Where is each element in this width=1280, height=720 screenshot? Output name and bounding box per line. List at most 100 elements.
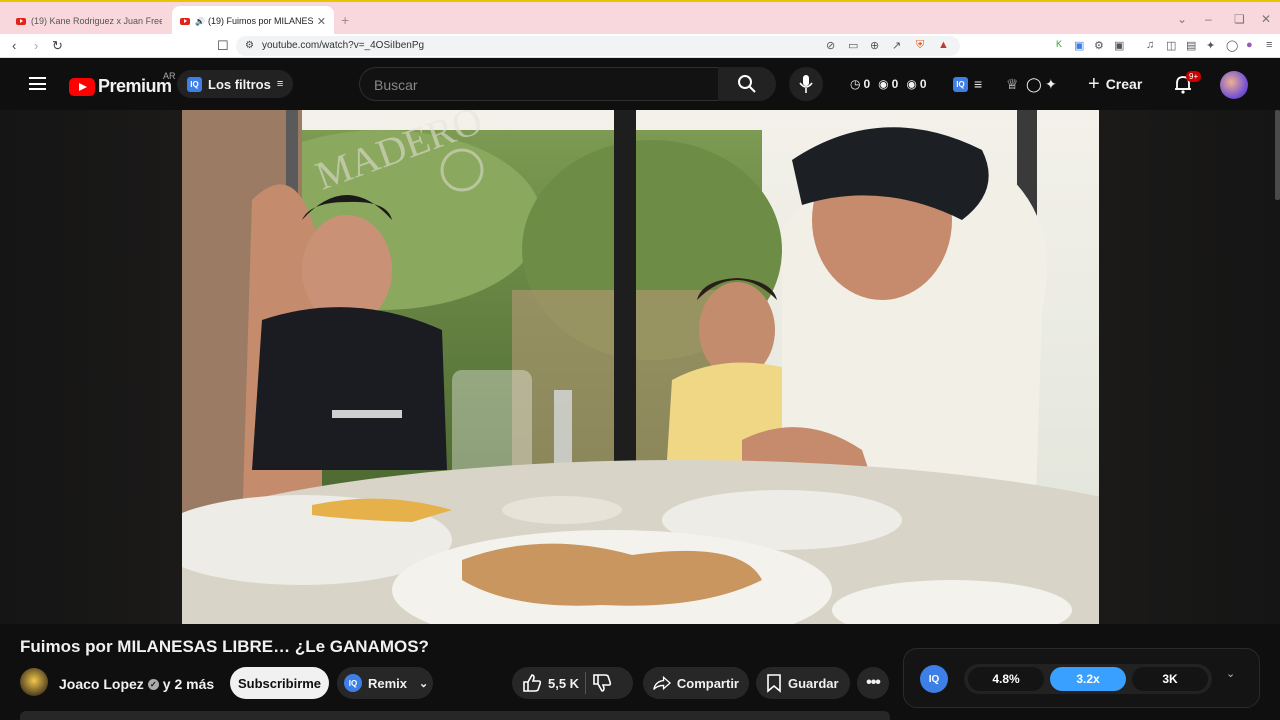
translate-icon[interactable]: ▣	[1074, 39, 1084, 52]
stat-views: ◉ 0	[878, 77, 899, 91]
forward-icon[interactable]: ›	[34, 38, 38, 53]
site-info-icon[interactable]: ⚙	[245, 40, 254, 51]
new-tab-icon[interactable]: +	[341, 12, 349, 28]
profile-icon[interactable]: ●	[1246, 39, 1253, 51]
channel-name-row[interactable]: Joaco Lopez ✓ y 2 más	[59, 676, 214, 692]
camera-off-icon[interactable]: ⊘	[826, 39, 835, 52]
eye-icon: ◉	[878, 77, 889, 91]
voice-search-button[interactable]	[789, 67, 823, 101]
tab-title: (19) Fuimos por MILANESAS ...	[207, 16, 313, 26]
account-avatar[interactable]	[1220, 71, 1248, 99]
cast-icon[interactable]: ▭	[848, 39, 858, 52]
youtube-header: Premium AR IQ Los filtros ≡ Buscar ◷ 0 ◉ 0…	[0, 58, 1280, 110]
chevron-down-icon: ⌄	[419, 677, 429, 690]
search-placeholder: Buscar	[374, 77, 418, 93]
channel-avatar[interactable]	[20, 668, 48, 696]
list-icon[interactable]: ≡	[974, 76, 982, 92]
country-code: AR	[163, 71, 176, 81]
extension-k-icon[interactable]: K	[1056, 39, 1062, 49]
menu-icon[interactable]: ≡	[1266, 39, 1272, 51]
chevron-down-icon[interactable]: ⌄	[1177, 12, 1187, 26]
video-still-image: MADERO	[182, 110, 1099, 624]
address-bar-row: ‹ › ↻ ☐ ⚙ youtube.com/watch?v=_4OSiIbenP…	[0, 34, 1280, 58]
chat-icon[interactable]: ◯	[1026, 76, 1042, 93]
thumbs-up-icon[interactable]	[522, 673, 542, 693]
iq-value-2[interactable]: 3.2x	[1050, 667, 1126, 691]
music-icon[interactable]: ♫	[1146, 39, 1154, 51]
share-icon[interactable]: ↗	[892, 39, 901, 52]
search-button[interactable]	[718, 67, 776, 101]
vpn-icon[interactable]: ◯	[1226, 39, 1238, 52]
back-icon[interactable]: ‹	[12, 38, 16, 53]
save-button[interactable]: Guardar	[756, 667, 850, 699]
filters-label: Los filtros	[208, 76, 271, 92]
more-dots-icon: •••	[866, 674, 881, 691]
restore-icon[interactable]: ❏	[1234, 12, 1245, 26]
chevron-down-icon[interactable]: ⌄	[1226, 667, 1235, 680]
tab-title: (19) Kane Rodriguez x Juan Freer - P...	[31, 16, 162, 26]
iq-logo-icon[interactable]: IQ	[920, 665, 948, 693]
more-actions-button[interactable]: •••	[857, 667, 889, 699]
browser-tab-2[interactable]: 🔊 (19) Fuimos por MILANESAS ... ✕	[172, 6, 334, 36]
rewards-icon[interactable]: ▲	[938, 39, 949, 51]
video-title: Fuimos por MILANESAS LIBRE… ¿Le GANAMOS?	[20, 637, 429, 656]
stat-time: ◷ 0	[850, 77, 871, 91]
reload-icon[interactable]: ↻	[52, 38, 63, 54]
verified-check-icon: ✓	[147, 678, 159, 690]
create-label: Crear	[1105, 76, 1143, 92]
sliders-icon: ≡	[276, 78, 284, 90]
search-icon	[738, 75, 756, 93]
screenshot-icon[interactable]: ▣	[1114, 39, 1124, 52]
plus-icon: +	[1088, 73, 1100, 95]
watch-stats: ◷ 0 ◉ 0 ◉ 0	[850, 77, 927, 91]
channel-name[interactable]: Joaco Lopez	[59, 676, 144, 692]
thumbs-down-icon[interactable]	[592, 673, 612, 693]
filters-button[interactable]: IQ Los filtros ≡	[177, 70, 294, 98]
like-count[interactable]: 5,5 K	[548, 676, 579, 691]
sidebar-icon[interactable]: ◫	[1166, 39, 1176, 52]
wallet-icon[interactable]: ▤	[1186, 39, 1196, 52]
ai-icon[interactable]: ✦	[1206, 39, 1215, 52]
close-tab-icon[interactable]: ✕	[317, 15, 326, 28]
stat-hidden: ◉ 0	[906, 77, 927, 91]
iq-icon: IQ	[344, 674, 362, 692]
create-button[interactable]: + Crear	[1088, 74, 1142, 94]
extensions-icon[interactable]: ⚙	[1094, 39, 1104, 52]
microphone-icon	[799, 75, 813, 93]
youtube-premium-logo[interactable]: Premium AR	[69, 71, 176, 97]
iq-icon: IQ	[187, 76, 202, 92]
sparkle-icon[interactable]: ✦	[1045, 76, 1057, 93]
collaborators-label[interactable]: y 2 más	[163, 676, 214, 692]
iq-panel: IQ 4.8% 3.2x 3K ⌄	[903, 648, 1260, 708]
iq-segment-control: 4.8% 3.2x 3K	[964, 664, 1212, 694]
video-player[interactable]: MADERO	[0, 110, 1280, 624]
share-arrow-icon	[653, 675, 671, 691]
minimize-icon[interactable]: –	[1205, 12, 1212, 26]
url-text[interactable]: youtube.com/watch?v=_4OSiIbenPg	[262, 40, 424, 51]
page-scrollbar[interactable]	[1275, 110, 1280, 200]
iq-value-1[interactable]: 4.8%	[968, 667, 1044, 691]
bookmark-icon[interactable]: ☐	[217, 38, 229, 54]
share-button[interactable]: Compartir	[643, 667, 749, 699]
bookmark-icon	[767, 674, 781, 693]
trophy-icon[interactable]: ♕	[1006, 76, 1019, 93]
speaker-icon: 🔊	[195, 16, 205, 26]
video-frame[interactable]: MADERO	[182, 110, 1099, 624]
remix-button[interactable]: IQ Remix ⌄	[337, 667, 433, 699]
save-label: Guardar	[788, 675, 839, 691]
brave-shield-icon[interactable]: ⛨	[916, 39, 924, 52]
like-dislike-group: 5,5 K	[512, 667, 633, 699]
browser-tab-bar: (19) Kane Rodriguez x Juan Freer - P... …	[0, 0, 1280, 36]
zoom-icon[interactable]: ⊕	[870, 39, 879, 52]
clock-icon: ◷	[850, 77, 861, 91]
hamburger-menu-icon[interactable]	[29, 77, 46, 90]
description-box-top[interactable]	[20, 711, 890, 720]
close-window-icon[interactable]: ✕	[1261, 12, 1271, 26]
iq-icon[interactable]: IQ	[953, 77, 968, 92]
notification-badge: 9+	[1186, 71, 1202, 82]
iq-value-3[interactable]: 3K	[1132, 667, 1208, 691]
browser-tab-1[interactable]: (19) Kane Rodriguez x Juan Freer - P...	[8, 6, 170, 36]
remix-label: Remix	[368, 675, 408, 691]
subscribe-button[interactable]: Subscribirme	[230, 667, 329, 699]
logo-text: Premium	[98, 76, 172, 96]
